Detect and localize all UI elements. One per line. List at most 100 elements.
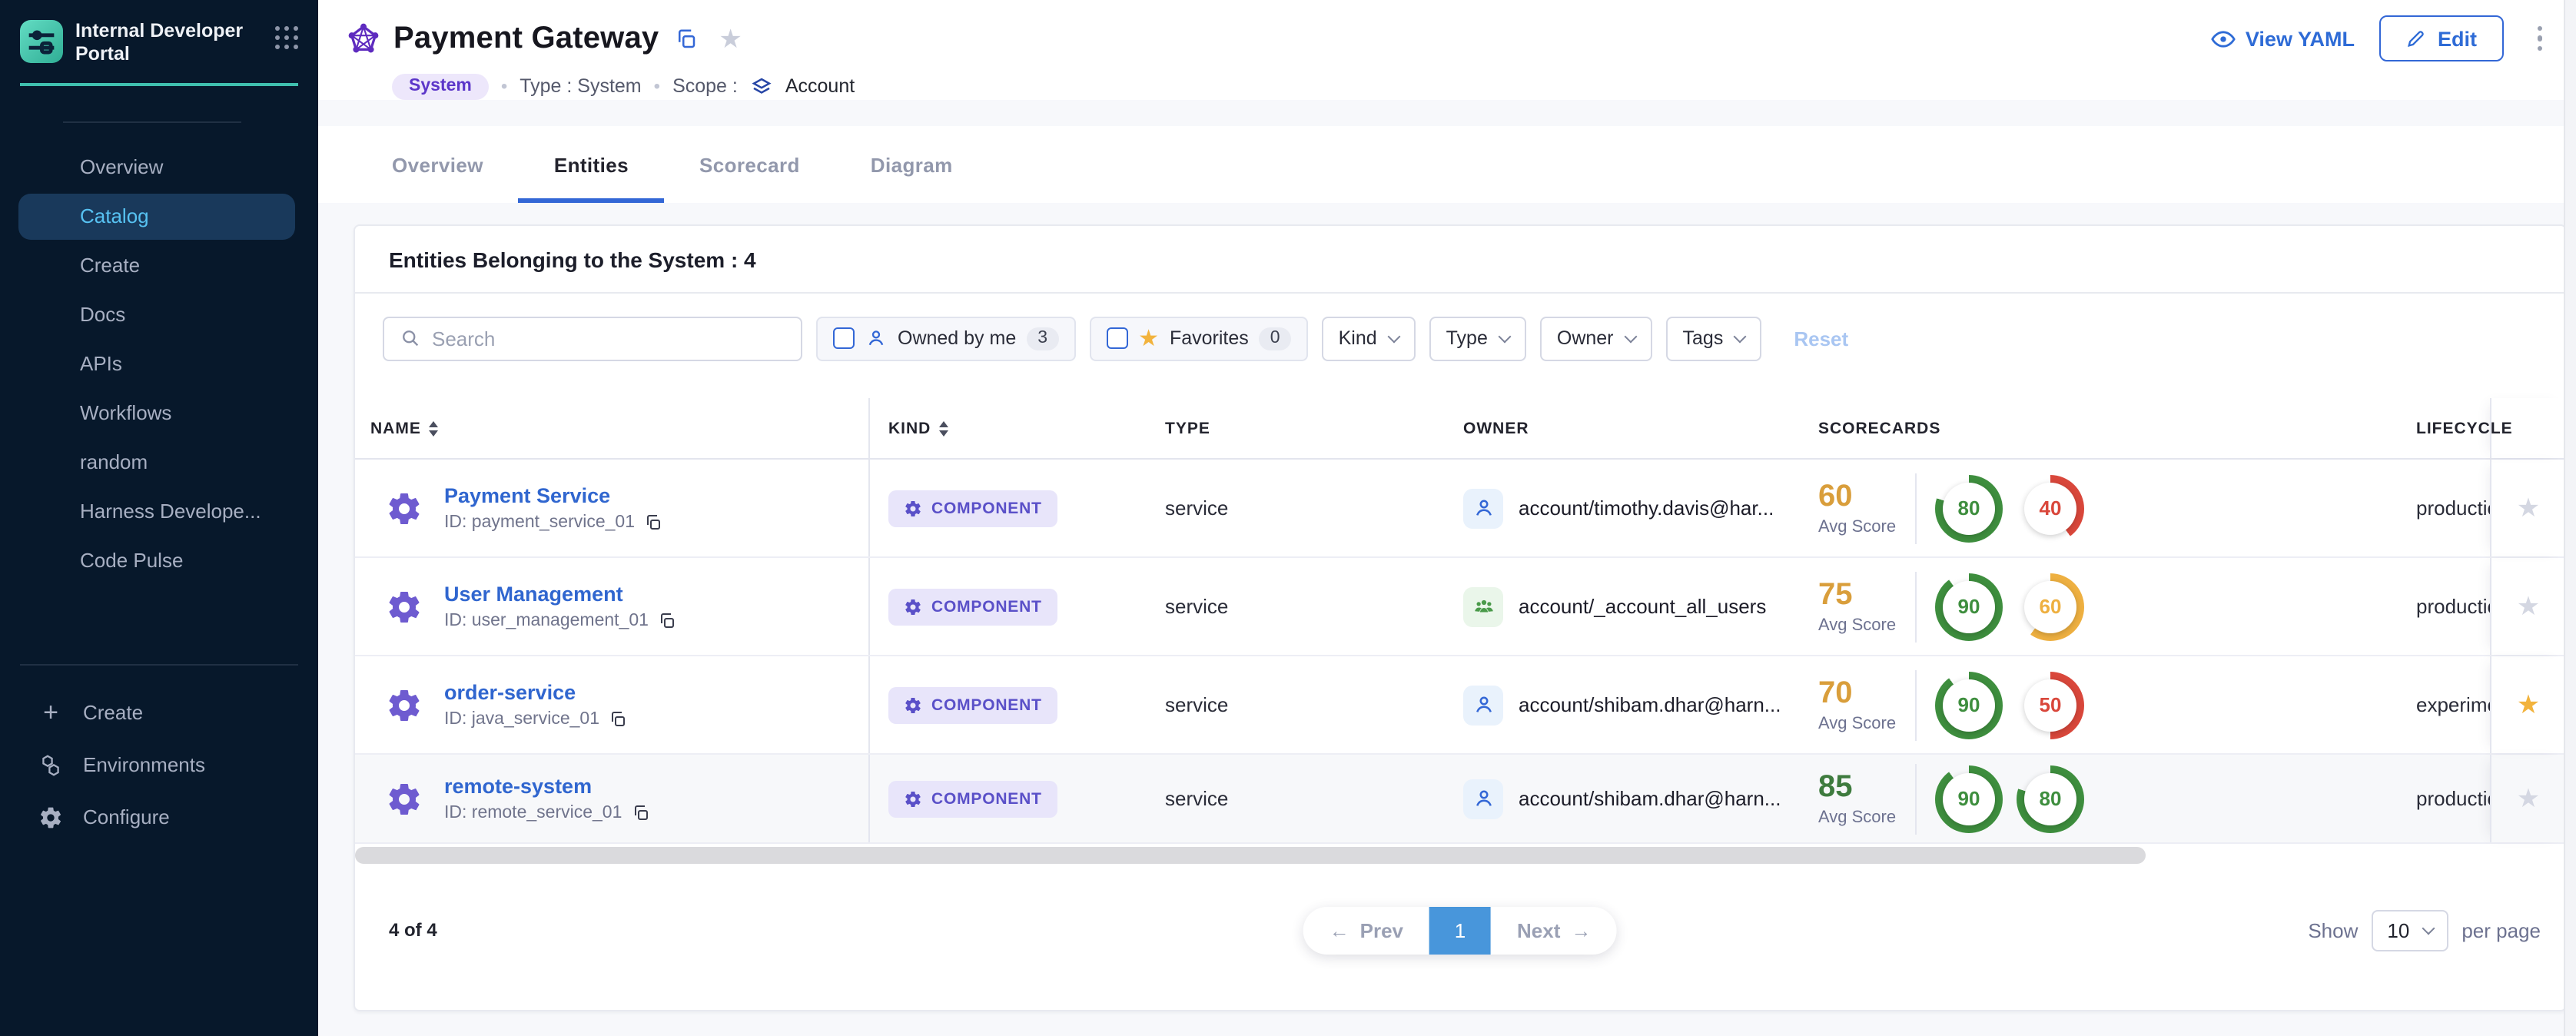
filter-bar: Owned by me 3 ★ Favorites 0 Kind Type Owne… [355,294,2565,361]
sidebar-item-harness-develope[interactable]: Harness Develope... [18,488,295,534]
kind-badge: COMPONENT [888,780,1057,817]
tab-scorecard[interactable]: Scorecard [664,126,835,203]
copy-id-icon[interactable] [658,612,676,630]
eye-icon [2210,25,2236,51]
filter-dropdown-tags[interactable]: Tags [1666,316,1762,360]
entities-table: NAMEKINDTYPEOWNERSCORECARDSLIFECYCLE Pay… [355,398,2565,865]
sidebar-item-apis[interactable]: APIs [18,340,295,387]
score-gauge: 40 [2017,474,2084,542]
page-number-button[interactable]: 1 [1429,906,1491,954]
sidebar-item-code-pulse[interactable]: Code Pulse [18,537,295,583]
prev-page-button[interactable]: ← Prev [1303,906,1429,954]
horizontal-scrollbar-thumb[interactable] [355,847,2146,864]
favorite-star-icon[interactable]: ★ [2517,495,2541,521]
filter-dropdown-type[interactable]: Type [1429,316,1526,360]
search-input[interactable] [432,327,785,350]
sidebar-item-random[interactable]: random [18,439,295,485]
entity-name-link[interactable]: Payment Service [444,484,662,507]
column-header-kind[interactable]: KIND [870,398,1165,458]
kind-cell: COMPONENT [870,755,1165,842]
app-window: Internal Developer Portal OverviewCatalo… [0,0,2576,1036]
avg-score-label: Avg Score [1818,714,1915,732]
next-page-button[interactable]: Next → [1491,906,1617,954]
sort-icon[interactable] [429,420,438,436]
page-size-select[interactable]: 10 [2372,909,2448,951]
column-header-name[interactable]: NAME [355,398,870,458]
owned-by-me-checkbox[interactable] [833,327,855,349]
avg-score-label: Avg Score [1818,616,1915,634]
tab-overview[interactable]: Overview [357,126,519,203]
sidebar: Internal Developer Portal OverviewCatalo… [0,0,318,1036]
kind-badge: COMPONENT [888,588,1057,625]
type-cell: service [1165,656,1463,753]
content-area: Entities Belonging to the System : 4 [318,203,2576,1036]
more-options-kebab-icon[interactable] [2528,20,2551,58]
sidebar-footer-item-create[interactable]: +Create [0,686,318,739]
sidebar-item-workflows[interactable]: Workflows [18,390,295,436]
copy-id-icon[interactable] [644,513,662,532]
entity-name-link[interactable]: order-service [444,681,627,704]
pager: ← Prev 1 Next → [1303,906,1618,954]
avg-score-value: 85 [1818,771,1915,803]
tab-diagram[interactable]: Diagram [835,126,988,203]
card-heading: Entities Belonging to the System : 4 [355,226,2565,292]
filter-dropdown-kind[interactable]: Kind [1322,316,1416,360]
sidebar-item-catalog[interactable]: Catalog [18,193,295,239]
row-count-summary: 4 of 4 [389,919,437,941]
filter-dropdown-owner[interactable]: Owner [1540,316,1652,360]
reset-filters-button[interactable]: Reset [1794,327,1848,350]
name-cell: remote-system ID: remote_service_01 [355,755,870,842]
search-icon [400,327,421,349]
horizontal-scrollbar [355,844,2565,865]
gear-icon [38,805,63,829]
tab-entities[interactable]: Entities [519,126,664,203]
sidebar-footer-item-configure[interactable]: Configure [0,791,318,843]
sidebar-item-create[interactable]: Create [18,242,295,288]
favorite-star-icon[interactable]: ★ [2517,785,2541,812]
owner-cell: account/timothy.davis@har... [1463,460,1818,556]
table-row: remote-system ID: remote_service_01 COMPON… [355,755,2565,844]
favorite-cell: ★ [2490,460,2565,556]
copy-title-icon[interactable] [674,27,697,50]
right-arrow-icon: → [1571,918,1591,941]
score-gauge: 90 [1935,765,2003,832]
score-gauge: 90 [1935,573,2003,640]
system-entity-icon [346,21,381,56]
favorite-cell: ★ [2490,558,2565,655]
favorite-star-icon[interactable]: ★ [2517,593,2541,619]
view-yaml-button[interactable]: View YAML [2210,25,2355,51]
brand: Internal Developer Portal [0,0,318,67]
apps-grid-icon[interactable] [275,26,300,51]
favorite-cell: ★ [2490,755,2565,842]
system-badge: System [392,73,489,99]
user-icon [865,327,887,349]
favorite-title-star-icon[interactable]: ★ [719,25,742,51]
scope-label: Scope : [672,75,738,97]
lifecycle-cell: production [2416,755,2490,842]
edit-button[interactable]: Edit [2379,15,2503,61]
type-cell: service [1165,460,1463,556]
score-gauge: 80 [1935,474,2003,542]
copy-id-icon[interactable] [631,804,649,822]
scorecards-cell: 85 Avg Score 9080 [1818,755,2416,842]
entity-id: ID: remote_service_01 [444,804,649,822]
copy-id-icon[interactable] [609,710,627,729]
vertical-scrollbar[interactable] [2564,0,2576,1036]
sidebar-item-docs[interactable]: Docs [18,291,295,337]
owned-by-me-filter[interactable]: Owned by me 3 [816,316,1075,360]
star-icon: ★ [1138,327,1159,350]
sidebar-footer: +CreateEnvironmentsConfigure [0,665,318,843]
favorites-checkbox[interactable] [1106,327,1127,349]
sidebar-footer-item-environments[interactable]: Environments [0,739,318,791]
favorite-star-icon[interactable]: ★ [2517,692,2541,718]
entity-name-link[interactable]: User Management [444,583,676,606]
entities-card: Entities Belonging to the System : 4 [354,224,2567,1011]
entity-name-link[interactable]: remote-system [444,775,649,798]
chevron-down-icon [1387,330,1400,343]
avg-score-label: Avg Score [1818,808,1915,826]
favorites-filter[interactable]: ★ Favorites 0 [1089,316,1308,360]
score-gauge: 80 [2017,765,2084,832]
owner-cell: account/_account_all_users [1463,558,1818,655]
sidebar-item-overview[interactable]: Overview [18,144,295,190]
sort-icon[interactable] [938,420,948,436]
